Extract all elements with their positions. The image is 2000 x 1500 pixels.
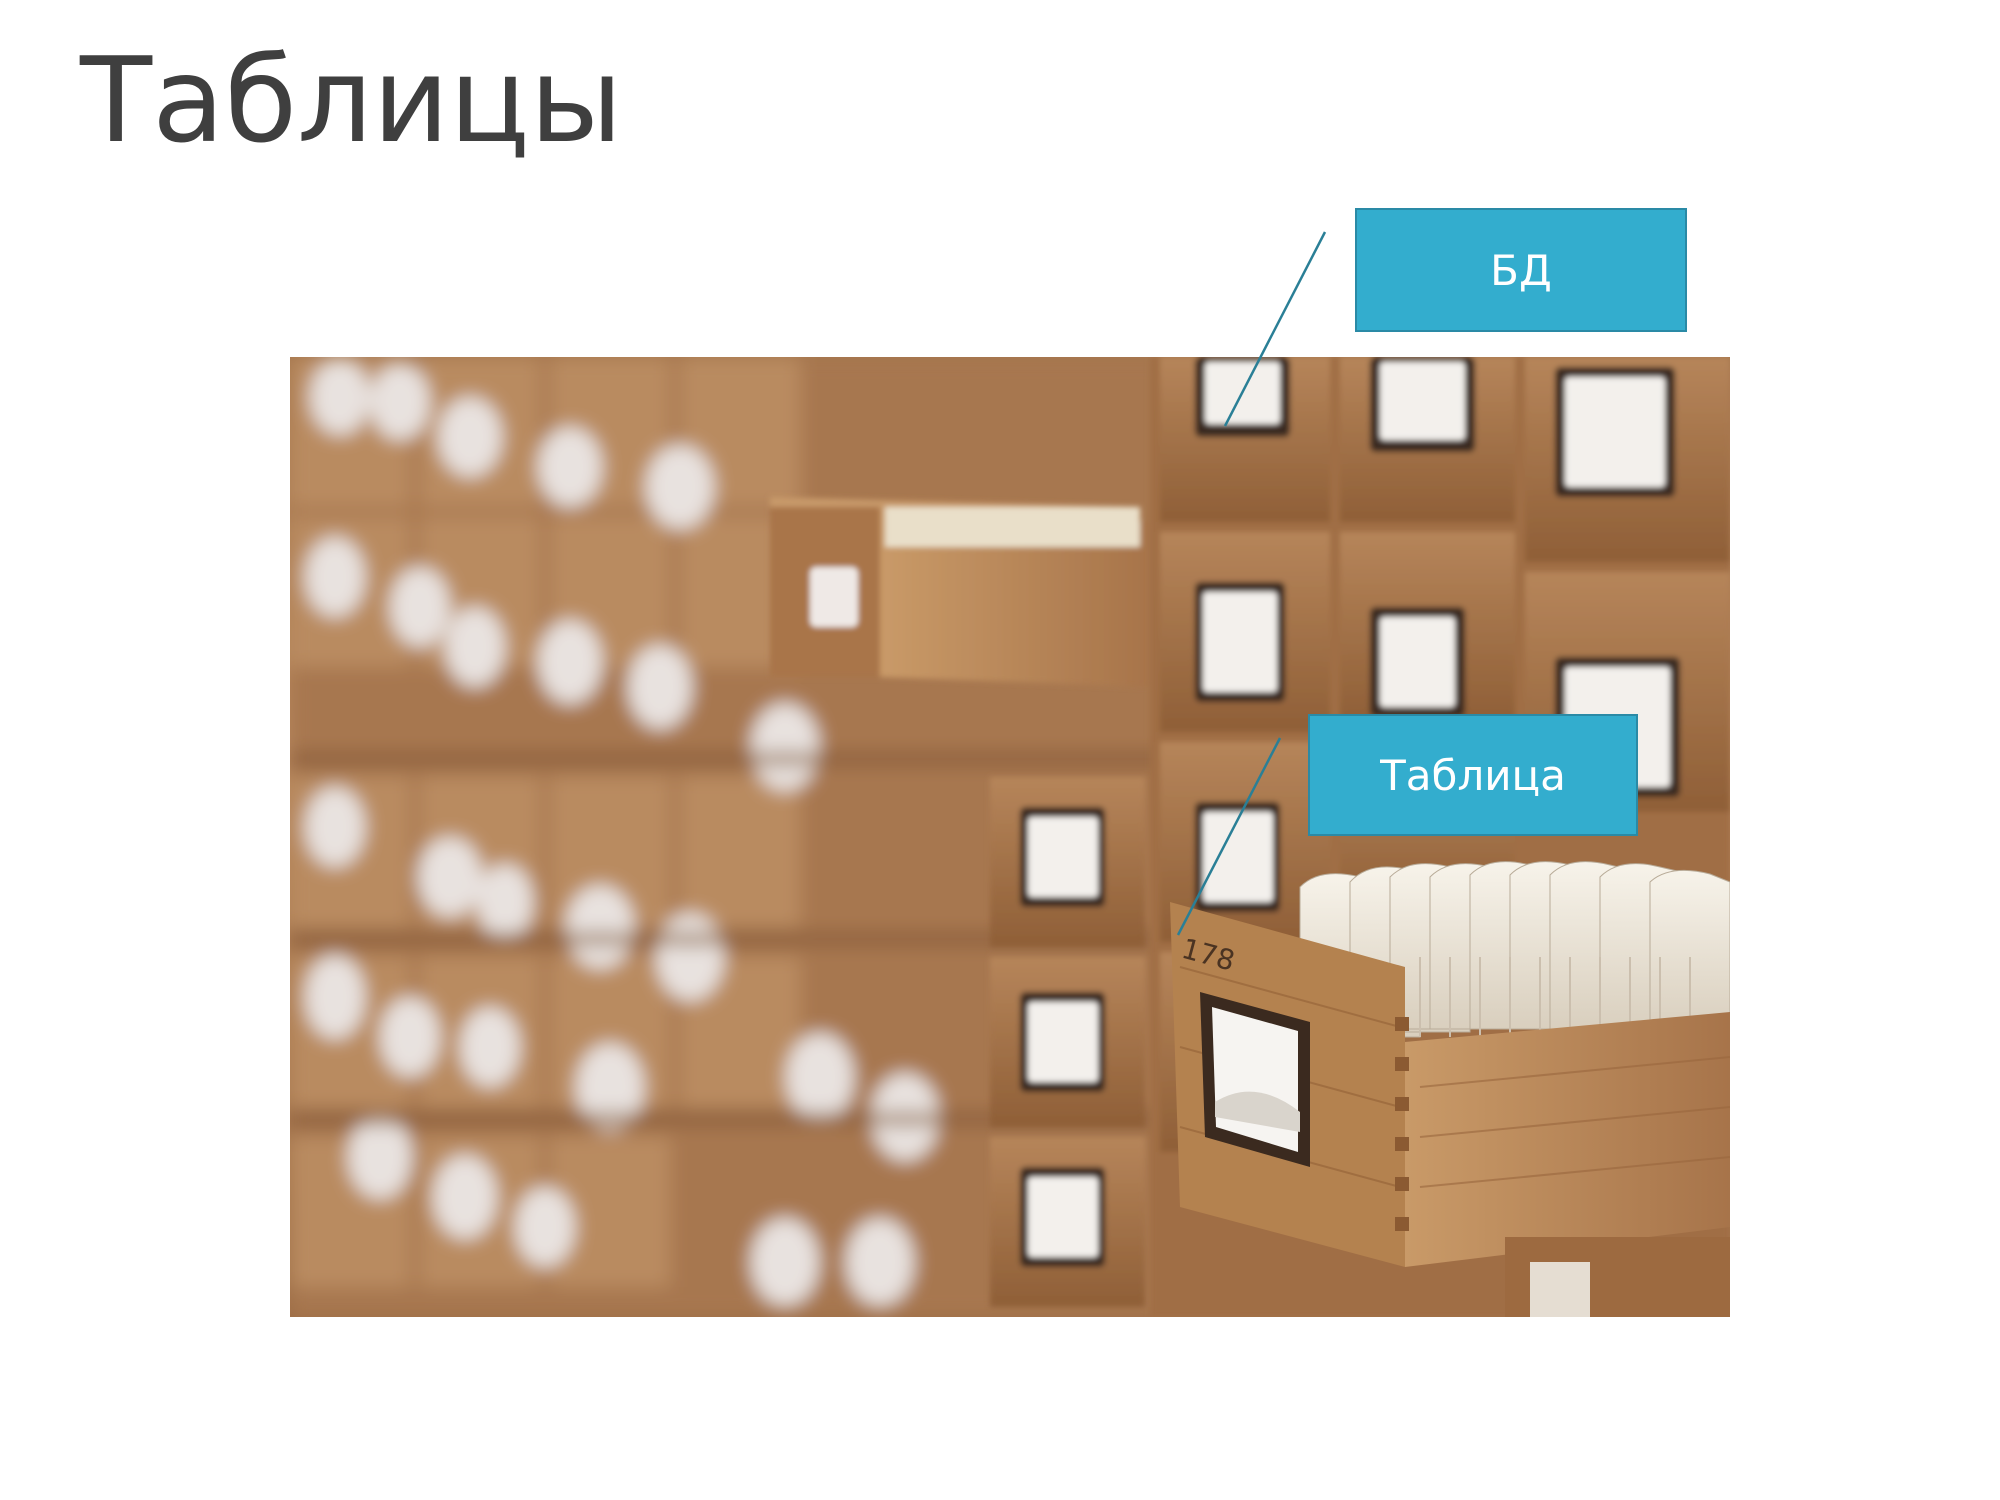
slide: Таблицы 178 БД Таблица bbox=[0, 0, 2000, 1500]
table-callout: Таблица bbox=[1308, 714, 1638, 836]
slide-title: Таблицы bbox=[80, 31, 623, 169]
card-catalog-illustration: 178 bbox=[290, 357, 1730, 1317]
database-callout-label: БД bbox=[1490, 245, 1552, 295]
card-catalog-photo: 178 bbox=[290, 357, 1730, 1317]
database-callout: БД bbox=[1355, 208, 1687, 332]
table-callout-label: Таблица bbox=[1380, 750, 1566, 800]
